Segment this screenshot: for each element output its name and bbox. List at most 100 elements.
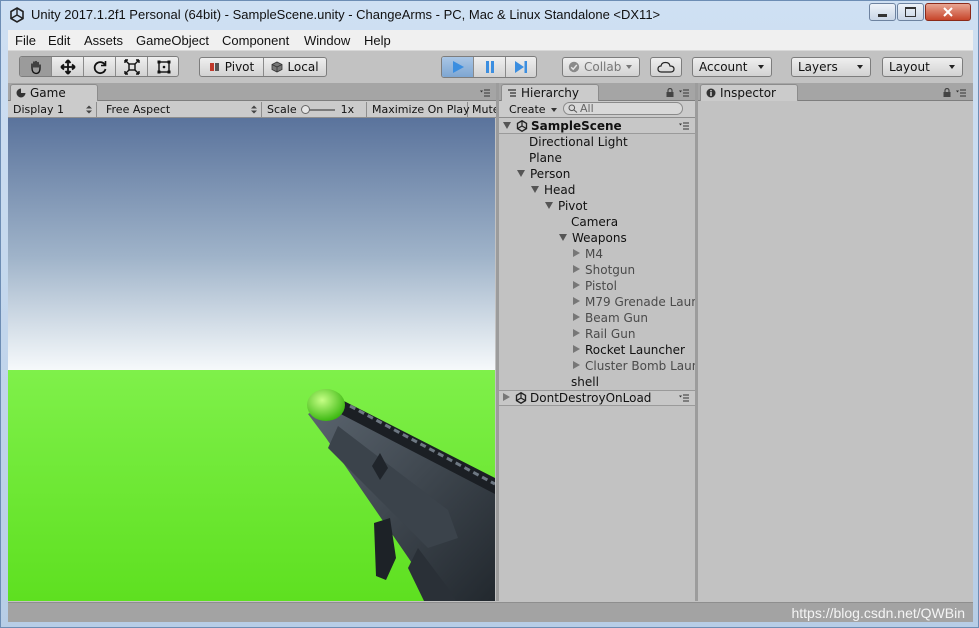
scene-menu-icon[interactable] [679,122,689,130]
collapsed-triangle-icon[interactable] [573,265,580,273]
hand-tool-button[interactable] [20,57,52,76]
tree-item-m4[interactable]: M4 [573,246,603,262]
game-viewport[interactable] [8,118,495,601]
rotate-icon [93,60,106,74]
panel-menu-icon[interactable] [956,89,966,97]
game-view-toolbar: Display 1 Free Aspect Scale 1x Maximize … [8,101,496,118]
tree-item-directional-light[interactable]: Directional Light [529,134,628,150]
layers-dropdown[interactable]: Layers [791,57,871,77]
tree-item-pivot[interactable]: Pivot [545,198,587,214]
collapsed-triangle-icon[interactable] [503,393,510,401]
tab-hierarchy[interactable]: Hierarchy [501,84,599,101]
expand-triangle-icon [503,122,511,129]
expand-triangle-icon[interactable] [559,234,567,241]
play-controls [441,56,537,78]
cloud-button[interactable] [650,57,682,77]
play-button[interactable] [442,57,474,77]
collapsed-triangle-icon[interactable] [573,249,580,257]
panel-divider[interactable] [695,83,698,601]
menu-window[interactable]: Window [304,33,350,48]
display-dropdown[interactable]: Display 1 [8,102,97,117]
tree-item-rail-gun[interactable]: Rail Gun [573,326,635,342]
rect-tool-button[interactable] [148,57,178,76]
pause-button[interactable] [474,57,506,77]
tree-item-rocket-launcher[interactable]: Rocket Launcher [573,342,685,358]
collapsed-triangle-icon[interactable] [573,345,580,353]
maximize-on-play-toggle[interactable]: Maximize On Play [367,102,470,117]
tree-item-m79-grenade-launcher[interactable]: M79 Grenade Launcher [573,294,695,310]
local-toggle[interactable]: Local [264,58,326,76]
tree-item-shotgun[interactable]: Shotgun [573,262,635,278]
chevron-down-icon [949,65,955,69]
tree-item-label: Shotgun [585,263,636,277]
lock-icon[interactable] [943,88,951,97]
minimize-button[interactable] [869,3,896,21]
panel-divider[interactable] [496,83,499,601]
tree-item-weapons[interactable]: Weapons [559,230,627,246]
account-dropdown[interactable]: Account [692,57,772,77]
main-toolbar: Pivot Local Collab Account Layers Layout [8,51,973,83]
scale-tool-button[interactable] [116,57,148,76]
expand-triangle-icon[interactable] [517,170,525,177]
collab-dropdown[interactable]: Collab [562,57,640,77]
menu-file[interactable]: File [15,33,36,48]
inspector-tabstrip: Inspector [698,83,973,101]
cloud-icon [657,61,675,73]
tree-item-beam-gun[interactable]: Beam Gun [573,310,648,326]
tree-item-head[interactable]: Head [531,182,575,198]
close-button[interactable] [925,3,971,21]
minimize-icon [878,13,887,17]
hierarchy-search[interactable]: All [563,102,683,115]
tree-item-shell[interactable]: shell [571,374,599,390]
rotate-tool-button[interactable] [84,57,116,76]
scene-header[interactable]: SampleScene [499,118,695,134]
dontdestroy-header[interactable]: DontDestroyOnLoad [499,390,695,406]
tree-item-plane[interactable]: Plane [529,150,562,166]
maximize-button[interactable] [897,3,924,21]
updown-icon [251,105,257,114]
pivot-icon [209,63,219,71]
menu-bar: File Edit Assets GameObject Component Wi… [8,30,973,51]
mute-label: Mute [472,103,496,116]
menu-component[interactable]: Component [222,33,289,48]
collapsed-triangle-icon[interactable] [573,329,580,337]
tab-game[interactable]: Game [10,84,98,101]
menu-edit[interactable]: Edit [48,33,70,48]
scene-menu-icon[interactable] [679,394,689,402]
menu-gameobject[interactable]: GameObject [136,33,209,48]
move-tool-button[interactable] [52,57,84,76]
mute-audio-toggle[interactable]: Mute [468,102,496,117]
layout-dropdown[interactable]: Layout [882,57,963,77]
scale-slider[interactable] [300,104,335,114]
expand-triangle-icon[interactable] [531,186,539,193]
collapsed-triangle-icon[interactable] [573,297,580,305]
aspect-label: Free Aspect [106,103,171,116]
tree-item-camera[interactable]: Camera [571,214,618,230]
lock-icon[interactable] [666,88,674,97]
expand-triangle-icon[interactable] [545,202,553,209]
tree-item-cluster-bomb-launcher[interactable]: Cluster Bomb Launcher [573,358,695,374]
collapsed-triangle-icon[interactable] [573,313,580,321]
tree-item-label: Rail Gun [585,327,636,341]
collapsed-triangle-icon[interactable] [573,361,580,369]
collab-label: Collab [584,60,622,74]
chevron-down-icon [857,65,863,69]
title-bar[interactable]: Unity 2017.1.2f1 Personal (64bit) - Samp… [1,1,978,29]
menu-assets[interactable]: Assets [84,33,123,48]
collab-check-icon [568,61,580,73]
create-dropdown[interactable]: Create [499,102,557,117]
tree-item-pistol[interactable]: Pistol [573,278,617,294]
inspector-tab-label: Inspector [720,86,776,100]
tree-item-person[interactable]: Person [517,166,570,182]
step-button[interactable] [506,57,536,77]
panel-menu-icon[interactable] [480,89,490,97]
aspect-dropdown[interactable]: Free Aspect [101,102,262,117]
menu-help[interactable]: Help [364,33,391,48]
dontdestroy-label: DontDestroyOnLoad [530,391,652,405]
scale-slider-thumb[interactable] [300,104,310,114]
collapsed-triangle-icon[interactable] [573,281,580,289]
tab-inspector[interactable]: Inspector [700,84,798,101]
panel-menu-icon[interactable] [679,89,689,97]
tree-item-label: Person [530,167,571,181]
pivot-toggle[interactable]: Pivot [200,58,264,76]
